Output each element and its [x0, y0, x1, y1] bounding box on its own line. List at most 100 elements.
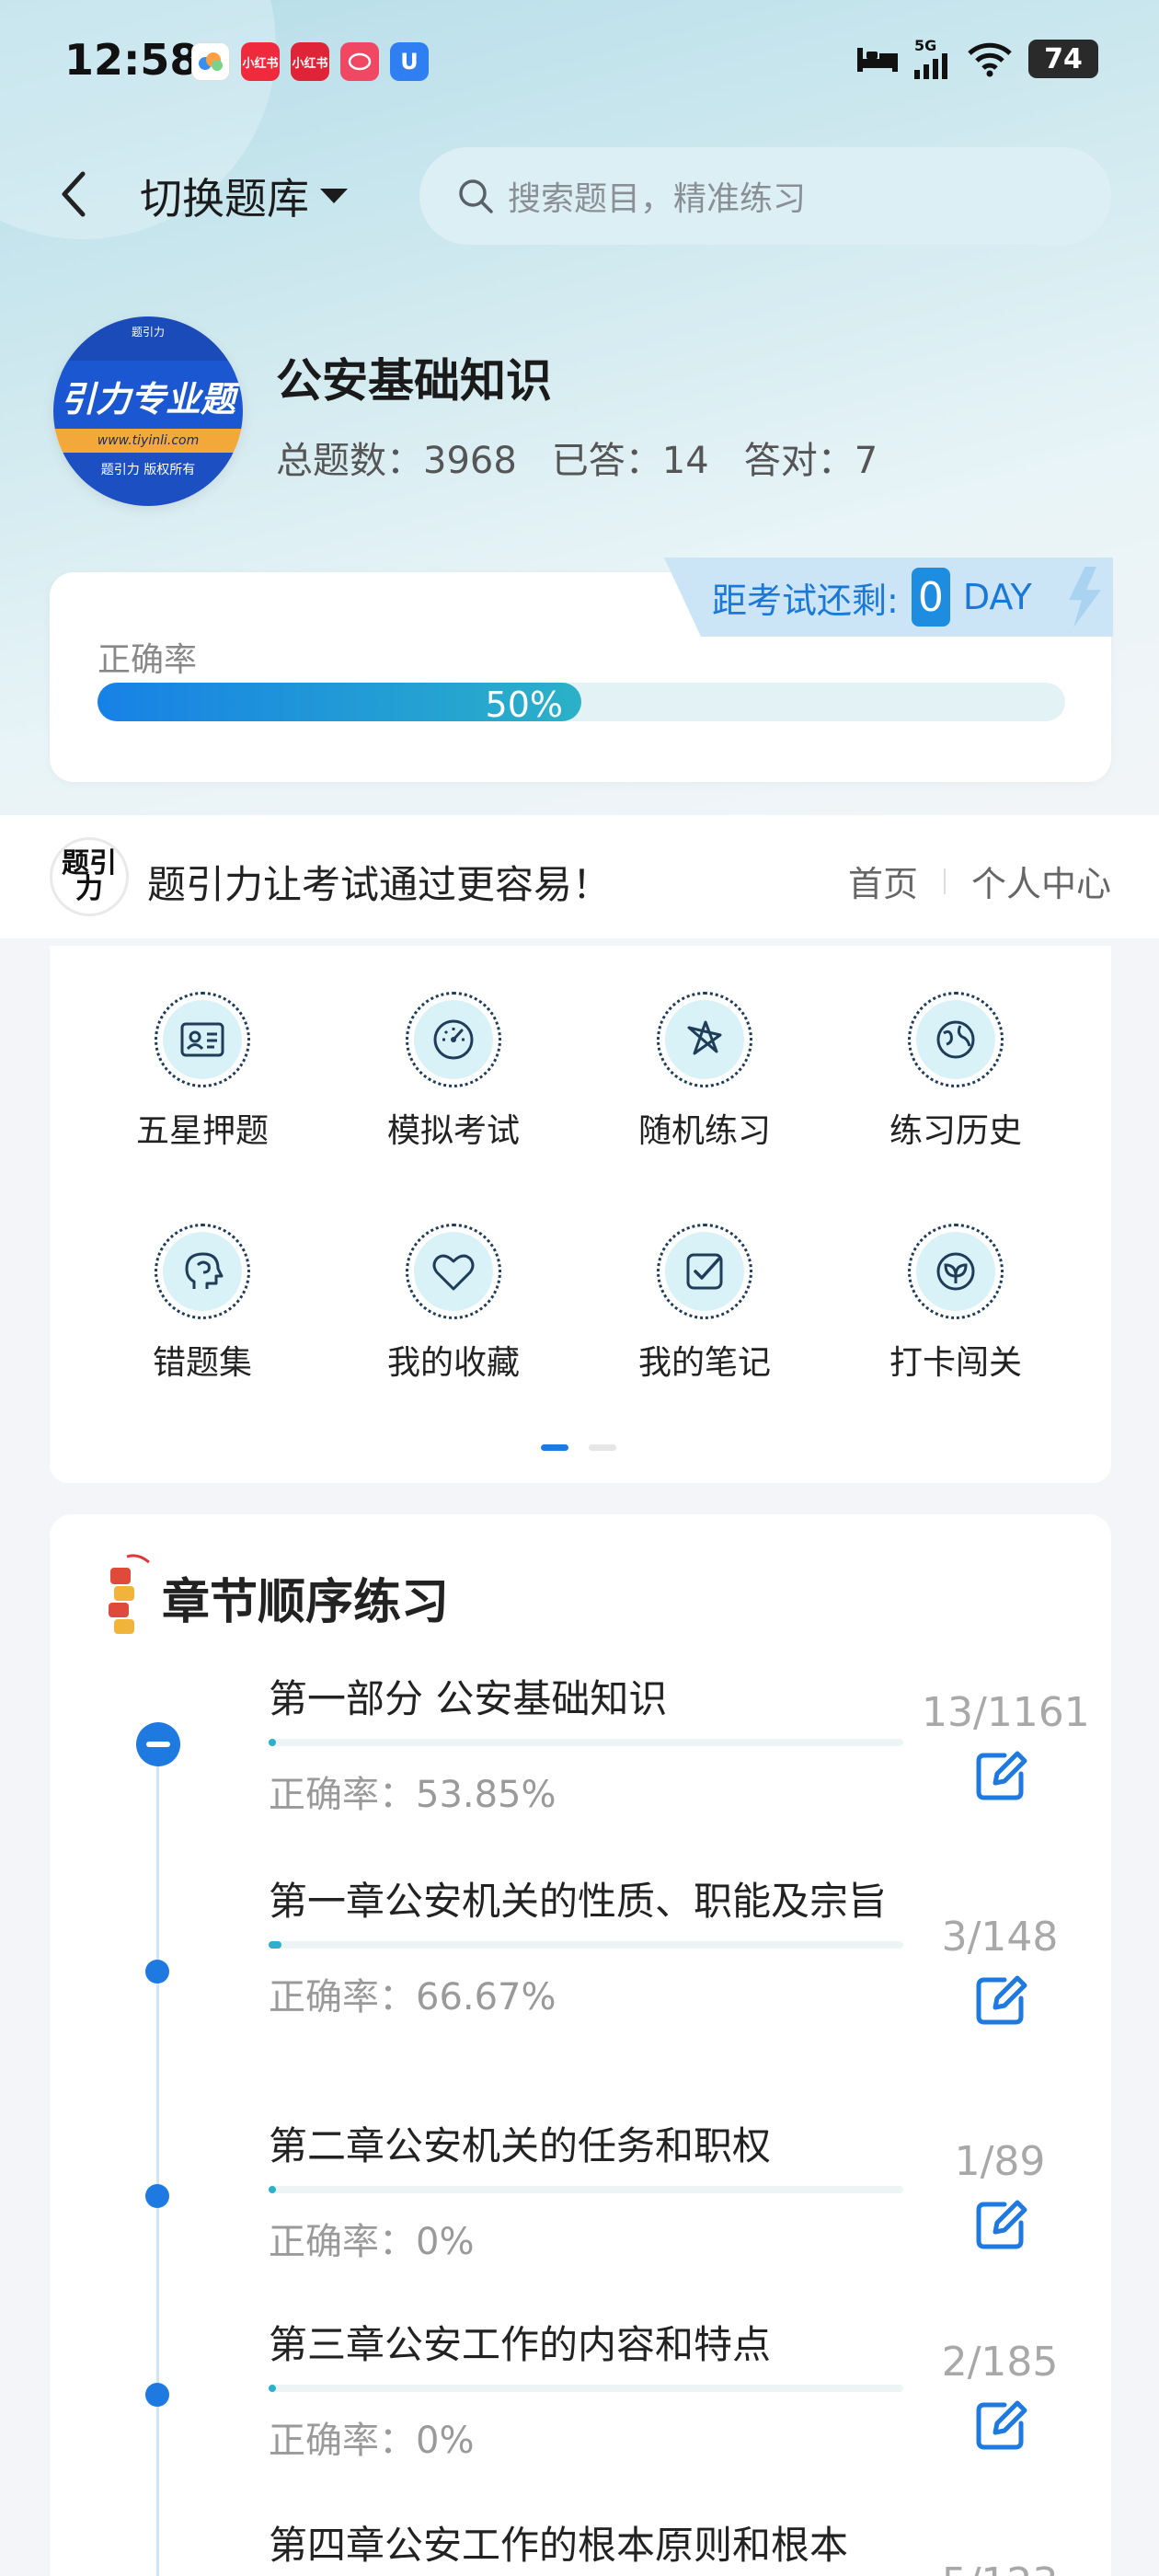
firecracker-icon [109, 1554, 150, 1634]
tool-label: 模拟考试 [386, 1112, 520, 1150]
tool-random-practice[interactable]: 随机练习 [613, 992, 797, 1152]
promo-slogan: 题引力让考试通过更容易！ [147, 862, 612, 907]
chapter-item[interactable]: 第一部分 公安基础知识 正确率：53.85% [269, 1676, 903, 1818]
tool-favorites[interactable]: 我的收藏 [361, 1224, 545, 1384]
chapter-practice-card: 章节顺序练习 第一部分 公安基础知识 正确率：53.85% 13/1161 第一… [50, 1514, 1111, 2576]
timeline-node [145, 2184, 169, 2208]
answered-count: 已答：14 [551, 440, 709, 482]
network-type: 5G [914, 37, 937, 54]
status-app-icons: 小红书 小红书 U [191, 42, 429, 81]
tool-wrong-questions[interactable]: 错题集 [110, 1224, 294, 1384]
tool-notes[interactable]: 我的笔记 [613, 1224, 797, 1384]
tool-label: 错题集 [152, 1344, 252, 1382]
exam-countdown: 距考试还剩: 0 DAY [664, 558, 1113, 637]
status-time: 12:58 [64, 35, 200, 85]
caret-down-icon [320, 189, 348, 203]
tool-icon-ring [406, 1224, 501, 1319]
chapter-accuracy: 正确率：0% [269, 2420, 475, 2463]
status-right: 5G 74 [855, 39, 1098, 79]
chapter-progress-bar [269, 2385, 903, 2393]
tool-icon-ring [155, 992, 250, 1087]
cloud-app-icon [191, 42, 230, 81]
chapter-name: 第一部分 公安基础知识 [269, 1676, 668, 1721]
search-icon [459, 179, 493, 213]
globe-icon [936, 1020, 975, 1059]
countdown-days: 0 [911, 568, 950, 627]
chapter-header: 章节顺序练习 [101, 1551, 449, 1643]
accuracy-label: 正确率 [98, 641, 198, 679]
accuracy-value: 50% [485, 684, 563, 725]
tool-five-star[interactable]: 五星押题 [110, 992, 294, 1152]
back-button[interactable] [50, 162, 96, 226]
cellular-signal: 5G [914, 39, 951, 79]
tool-label: 我的笔记 [637, 1344, 771, 1382]
edit-icon[interactable] [971, 2396, 1030, 2455]
head-brain-icon [185, 1252, 224, 1289]
xiaohongshu-icon: 小红书 [241, 42, 280, 81]
tool-icon-ring [406, 992, 501, 1087]
pager-dot-active[interactable] [541, 1444, 568, 1451]
link-profile[interactable]: 个人中心 [971, 856, 1111, 906]
link-home[interactable]: 首页 [848, 856, 918, 906]
logo-copyright: 题引力 版权所有 [53, 453, 243, 506]
chapter-item[interactable]: 第二章公安机关的任务和职权 正确率：0% [269, 2123, 903, 2265]
status-bar: 12:58 小红书 小红书 U 5G 74 [0, 0, 1159, 124]
chapter-count: 13/1161 [922, 1689, 1090, 1736]
tools-grid: 五星押题 模拟考试 随机练习 练习历史 错题集 我的收藏 我的笔记 打卡闯关 [50, 946, 1111, 1483]
total-questions: 总题数：3968 [276, 440, 517, 482]
chapter-item[interactable]: 第三章公安工作的内容和特点 正确率：0% [269, 2322, 903, 2464]
tool-icon-ring [657, 1224, 752, 1319]
search-placeholder: 搜索题目，精准练习 [508, 180, 807, 218]
timeline-node [145, 1960, 169, 1984]
chapter-progress-fill [269, 2186, 276, 2194]
minus-icon [146, 1742, 170, 1747]
tool-mock-exam[interactable]: 模拟考试 [361, 992, 545, 1152]
promo-strip: 题引力 题引力让考试通过更容易！ 首页 个人中心 [0, 815, 1159, 938]
lightning-icon [1069, 567, 1101, 627]
logo-top-text: 题引力 [131, 326, 165, 339]
chapter-progress-bar [269, 2186, 903, 2194]
tool-icon-bg [414, 1232, 493, 1311]
chapter-progress-fill [269, 1739, 276, 1747]
promo-links: 首页 个人中心 [848, 856, 1111, 906]
tool-icon-bg [665, 1232, 744, 1311]
chapter-name: 第一章公安机关的性质、职能及宗旨 [269, 1879, 888, 1924]
tools-pager [541, 1444, 616, 1451]
edit-icon[interactable] [971, 1746, 1030, 1805]
accuracy-progress-fill: 50% [98, 683, 581, 725]
chapter-title: 章节顺序练习 [162, 1574, 450, 1630]
search-input[interactable]: 搜索题目，精准练习 [419, 147, 1111, 245]
tool-icon-ring [908, 992, 1004, 1087]
link-divider [943, 868, 946, 894]
heart-icon [432, 1254, 475, 1291]
app-page: 12:58 小红书 小红书 U 5G 74 切换题库 搜索题目，精准练习 题引力… [0, 0, 1159, 2576]
chapter-count: 2/185 [941, 2339, 1059, 2386]
u-app-icon: U [390, 42, 429, 81]
tool-label: 随机练习 [637, 1112, 771, 1150]
logo-url: www.tiyinli.com [53, 429, 243, 453]
pager-dot[interactable] [589, 1444, 616, 1451]
tool-icon-bg [916, 1232, 995, 1311]
tool-practice-history[interactable]: 练习历史 [864, 992, 1048, 1152]
tool-icon-ring [908, 1224, 1004, 1319]
chapter-count: 1/89 [954, 2138, 1046, 2185]
leaf-icon [936, 1252, 975, 1291]
chapter-item[interactable]: 第一章公安机关的性质、职能及宗旨 正确率：66.67% [269, 1879, 903, 2020]
tool-checkin-challenge[interactable]: 打卡闯关 [864, 1224, 1048, 1384]
tiyinli-logo: 题引力 [50, 837, 129, 916]
edit-icon[interactable] [971, 1971, 1030, 2030]
chapter-count: 3/148 [941, 1914, 1059, 1961]
chapter-item[interactable]: 第四章公安工作的根本原则和根本 [269, 2523, 903, 2569]
correct-count: 答对：7 [743, 440, 878, 482]
switch-bank-label: 切换题库 [140, 174, 309, 224]
switch-bank-dropdown[interactable]: 切换题库 [140, 166, 348, 226]
tool-icon-bg [665, 1000, 744, 1079]
speedometer-icon [433, 1019, 474, 1060]
collapse-toggle[interactable] [136, 1722, 180, 1766]
edit-icon[interactable] [971, 2195, 1030, 2254]
pink-app-icon [340, 42, 379, 81]
chapter-count: 5/123 [922, 2559, 1078, 2576]
tool-icon-ring [155, 1224, 250, 1319]
bank-title: 公安基础知识 [276, 354, 552, 408]
bank-stats: 总题数：3968 已答：14 答对：7 [276, 431, 878, 484]
